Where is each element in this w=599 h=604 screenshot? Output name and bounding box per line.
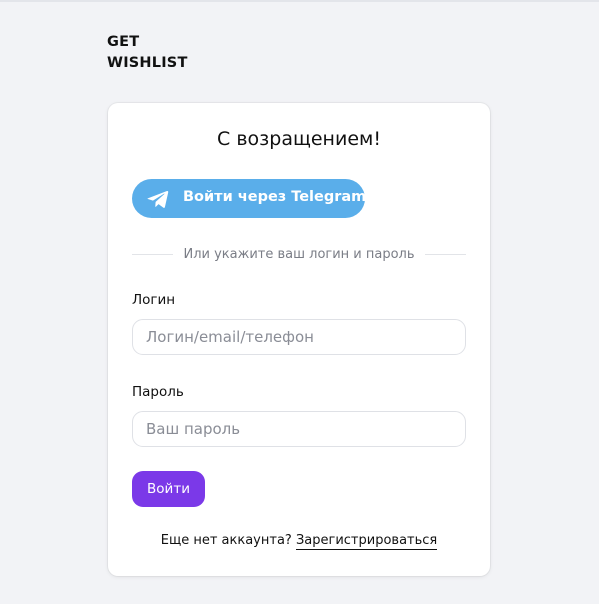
login-card: С возращением! Войти через Telegram Или … [108, 103, 490, 576]
register-link[interactable]: Зарегистрироваться [295, 533, 438, 550]
divider-line-left [132, 253, 174, 255]
login-label: Логин [132, 292, 176, 308]
telegram-plane-icon [147, 190, 169, 208]
password-label: Пароль [132, 384, 184, 400]
site-logo[interactable]: GET WISHLIST [107, 32, 188, 74]
telegram-login-button[interactable]: Войти через Telegram [132, 179, 367, 218]
logo-line-2: WISHLIST [107, 55, 188, 71]
logo-line-1: GET [107, 34, 140, 50]
register-row: Еще нет аккаунта? Зарегистрироваться [108, 533, 490, 550]
login-input[interactable] [132, 319, 466, 355]
top-border [0, 0, 599, 2]
register-prompt: Еще нет аккаунта? [160, 533, 292, 548]
login-submit-button[interactable]: Войти [132, 471, 205, 507]
page-title: С возращением! [217, 128, 381, 150]
telegram-login-label: Войти через Telegram [183, 189, 367, 205]
divider-line-right [424, 253, 467, 255]
divider: Или укажите ваш логин и пароль [132, 244, 467, 264]
divider-text: Или укажите ваш логин и пароль [183, 246, 415, 262]
password-input[interactable] [132, 411, 466, 447]
